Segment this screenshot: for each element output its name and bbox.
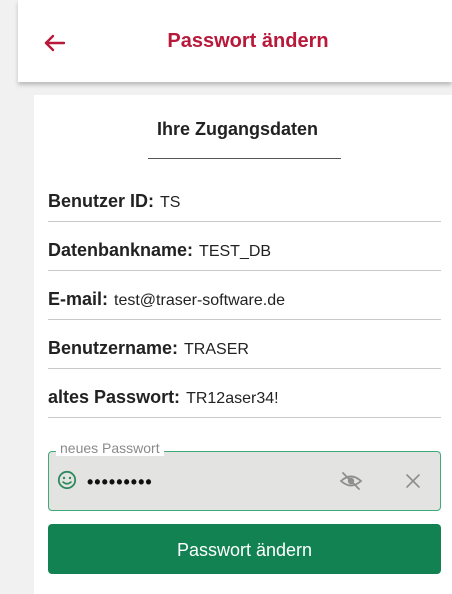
close-icon[interactable] bbox=[403, 471, 423, 491]
row-user-id: Benutzer ID: TS bbox=[48, 173, 441, 222]
row-old-password: altes Passwort: TR12aser34! bbox=[48, 369, 441, 418]
title-divider bbox=[148, 158, 341, 159]
username-value: TRASER bbox=[184, 341, 249, 358]
row-database-name: Datenbankname: TEST_DB bbox=[48, 222, 441, 271]
database-name-label: Datenbankname: TEST_DB bbox=[48, 240, 271, 261]
row-email: E-mail: test@traser-software.de bbox=[48, 271, 441, 320]
smiley-icon bbox=[57, 470, 77, 490]
user-id-label: Benutzer ID: TS bbox=[48, 191, 180, 212]
old-password-label: altes Passwort: TR12aser34! bbox=[48, 387, 279, 408]
user-id-label-text: Benutzer ID: bbox=[48, 191, 155, 211]
email-label-text: E-mail: bbox=[48, 289, 109, 309]
database-name-label-text: Datenbankname: bbox=[48, 240, 194, 260]
new-password-label: neues Passwort bbox=[56, 440, 164, 456]
email-label: E-mail: test@traser-software.de bbox=[48, 289, 285, 310]
change-password-button[interactable]: Passwort ändern bbox=[48, 524, 441, 574]
username-label: Benutzername: TRASER bbox=[48, 338, 249, 359]
row-username: Benutzername: TRASER bbox=[48, 320, 441, 369]
new-password-input[interactable]: ••••••••• bbox=[87, 472, 153, 493]
credentials-card: Ihre Zugangsdaten Benutzer ID: TS Datenba… bbox=[34, 95, 452, 594]
old-password-value: TR12aser34! bbox=[186, 390, 279, 407]
section-title: Ihre Zugangsdaten bbox=[156, 119, 318, 139]
username-label-text: Benutzername: bbox=[48, 338, 179, 358]
email-value: test@traser-software.de bbox=[114, 292, 285, 309]
user-id-value: TS bbox=[160, 194, 181, 211]
app-header: Passwort ändern bbox=[18, 0, 452, 82]
eye-off-icon[interactable] bbox=[339, 470, 363, 492]
old-password-label-text: altes Passwort: bbox=[48, 387, 181, 407]
new-password-field[interactable]: ••••••••• bbox=[48, 451, 441, 511]
page-title: Passwort ändern bbox=[167, 30, 329, 52]
database-name-value: TEST_DB bbox=[199, 243, 272, 260]
